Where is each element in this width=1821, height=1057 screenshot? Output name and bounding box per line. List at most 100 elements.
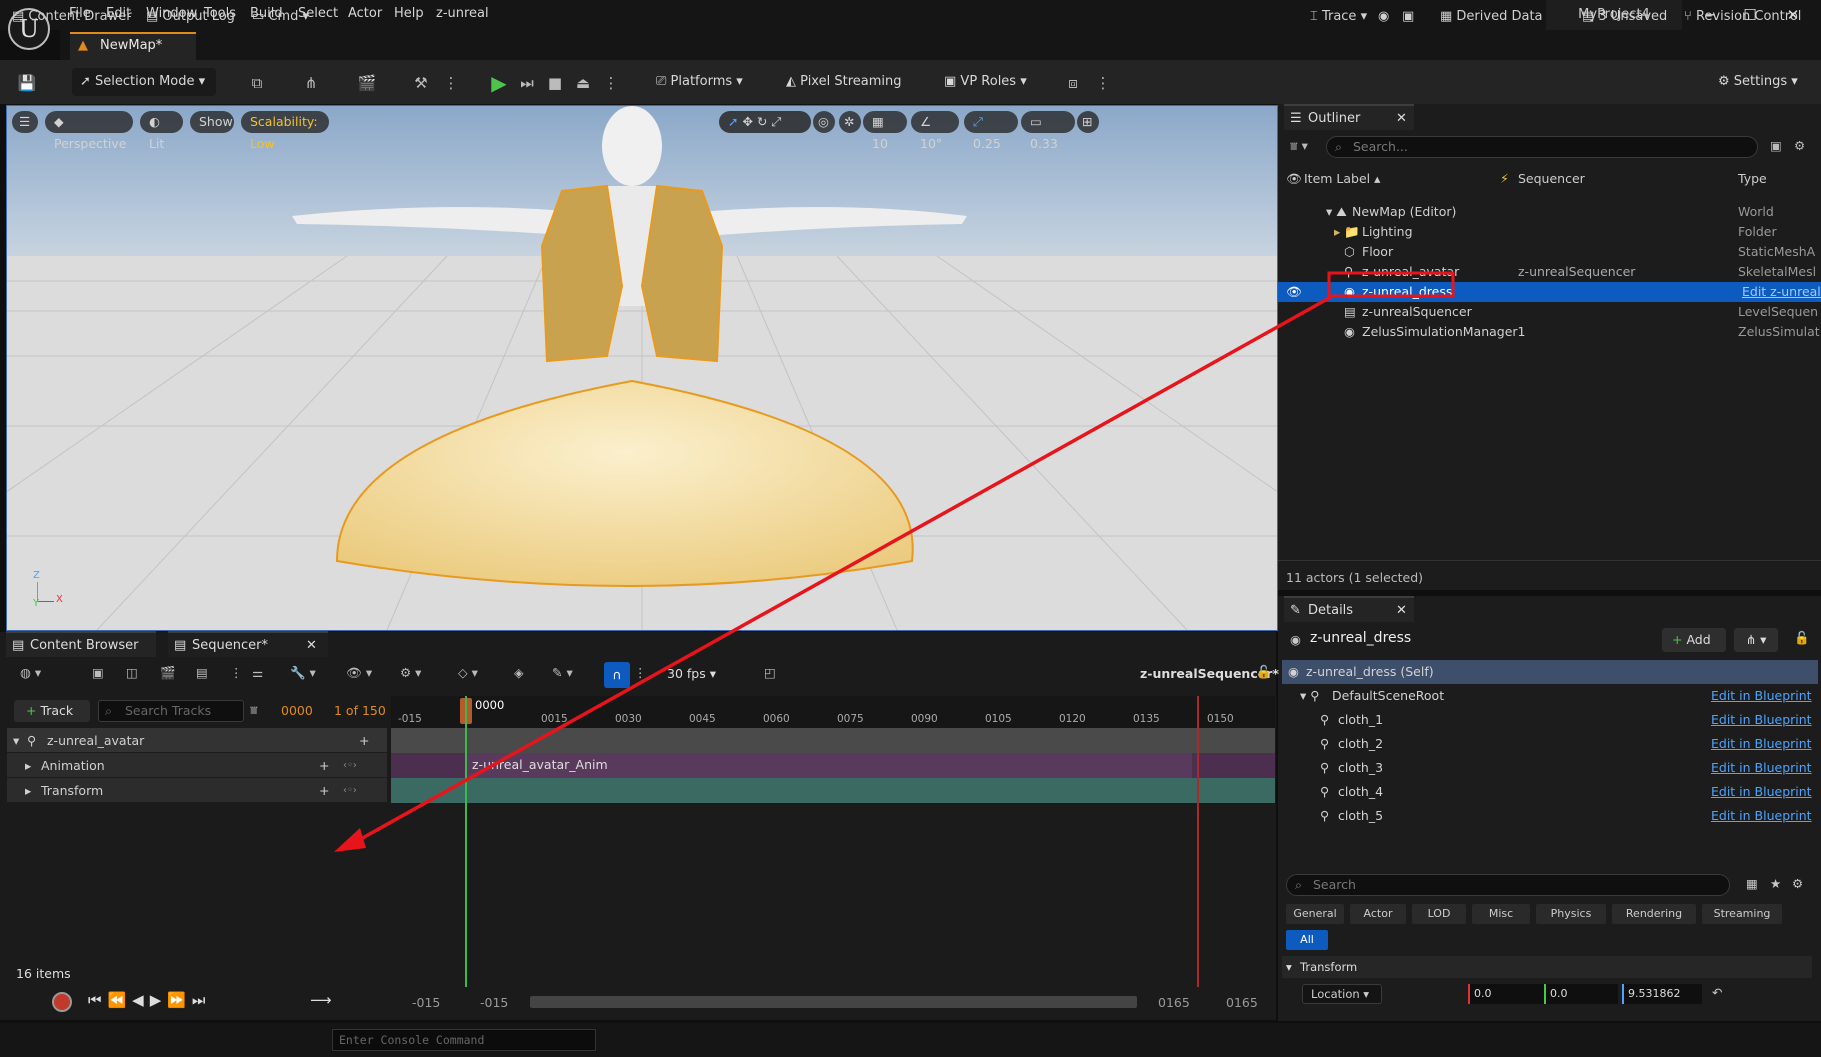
lock-icon[interactable]: 🔓 [1794,630,1810,646]
output-log-button[interactable]: ▤ Output Log [146,7,235,27]
tab-outliner[interactable]: ☰ Outliner ✕ [1284,104,1414,130]
visibility-eye-icon[interactable]: 👁 [1286,282,1302,302]
record-trace-icon[interactable]: ◉ [1378,7,1389,27]
filter-icon[interactable]: ⩸ ▾ [1290,138,1308,154]
level-viewport[interactable]: ☰ ◆ Perspective ◐ Lit Show Scalability: … [6,105,1278,631]
edit-in-blueprint-link[interactable]: Edit in Blueprint [1711,684,1812,708]
platforms-button[interactable]: ⎚ Platforms ▾ [648,68,754,96]
category-rendering[interactable]: Rendering [1612,904,1696,924]
record-button[interactable] [52,992,72,1012]
perspective-button[interactable]: ◆ Perspective [45,111,133,151]
move-tool-icon[interactable]: ✥ [742,114,752,129]
actions-icon[interactable]: ⚌ [252,665,263,680]
tab-sequencer[interactable]: ▤ Sequencer* ✕ [168,631,328,657]
category-general[interactable]: General [1286,904,1344,924]
show-button[interactable]: Show [190,111,234,133]
fps-dropdown[interactable]: 30 fps ▾ [667,666,716,681]
location-z-field[interactable]: 9.531862 [1622,984,1702,1004]
outliner-row-avatar[interactable]: ⚲ z-unreal_avatar z-unrealSequencer Skeleta… [1278,262,1821,282]
save-icon[interactable]: 💾 [16,72,38,94]
add-track-button[interactable]: + Track [14,700,90,722]
advance-frame-icon[interactable]: ⏭ [516,72,538,94]
outliner-row-sequencer[interactable]: ▤ z-unrealSquencer LevelSequen [1278,302,1821,322]
category-misc[interactable]: Misc [1472,904,1530,924]
play-options-icon[interactable]: ⋮ [600,72,622,94]
key-icon[interactable]: ◇ ▾ [458,665,478,680]
world-space-icon[interactable]: ◎ [813,111,835,133]
scale-tool-icon[interactable]: ⤢ [771,114,781,129]
search-tracks-input[interactable]: ⌕ Search Tracks [98,700,244,722]
outliner-settings-icon[interactable]: ⚙ [1794,138,1805,153]
outliner-row-zelus[interactable]: ◉ ZelusSimulationManager1 ZelusSimulat [1278,322,1821,342]
camera-speed-button[interactable]: ▭ 0.33 [1021,111,1075,151]
world-icon[interactable]: ◍ ▾ [20,665,41,680]
working-range-end[interactable]: 0165 [1158,995,1190,1010]
current-frame[interactable]: 0000 [281,703,313,718]
key-nav-icon[interactable]: ‹◦› [343,753,357,778]
find-in-browser-icon[interactable]: ◫ [126,665,138,680]
category-actor[interactable]: Actor [1350,904,1406,924]
selection-mode-button[interactable]: ➚ Selection Mode ▾ [72,68,216,96]
outliner-close-icon[interactable]: ✕ [1396,106,1407,132]
transform-section-header[interactable]: ▾ Transform [1282,956,1812,978]
component-self[interactable]: ◉ z-unreal_dress (Self) [1282,660,1818,684]
add-actor-icon[interactable]: ⧉ [246,72,268,94]
blueprint-icon[interactable]: ⋔ [300,72,322,94]
component-root[interactable]: ▾ ⚲ DefaultSceneRoot Edit in Blueprint [1278,684,1821,708]
tab-content-browser[interactable]: ▤ Content Browser [6,631,156,657]
menu-z-unreal[interactable]: z-unreal [436,6,489,21]
timeline-scrollbar[interactable] [530,996,1137,1008]
seq-more-icon[interactable]: ⋮ [230,665,243,680]
details-close-icon[interactable]: ✕ [1396,598,1407,624]
view-range-start[interactable]: -015 [412,995,440,1010]
outliner-row-lighting[interactable]: ▸ 📁 Lighting Folder [1278,222,1821,242]
track-animation[interactable]: ▸ Animation + ‹◦› [7,753,387,778]
outliner-row-dress[interactable]: 👁 ◉ z-unreal_dress Edit z-unreal [1278,282,1821,302]
favorite-star-icon[interactable]: ★ [1770,876,1781,891]
toolbar-more-icon[interactable]: ⋮ [1092,72,1114,94]
revision-control-button[interactable]: ⑂ Revision Control [1684,7,1801,27]
trace-button[interactable]: ⌶ Trace ▾ [1310,7,1367,27]
category-streaming[interactable]: Streaming [1702,904,1782,924]
edit-in-blueprint-link[interactable]: Edit in Blueprint [1711,804,1812,828]
location-y-field[interactable]: 0.0 [1544,984,1618,1004]
scalability-badge[interactable]: Scalability: Low [241,111,329,151]
device-icon[interactable]: ⧈ [1062,72,1084,94]
component-cloth-2[interactable]: ⚲ cloth_2 Edit in Blueprint [1278,732,1821,756]
render-movie-icon[interactable]: 🎬 [160,665,176,681]
seq-lock-icon[interactable]: 🔓 [1256,664,1272,680]
component-cloth-5[interactable]: ⚲ cloth_5 Edit in Blueprint [1278,804,1821,828]
edit-in-blueprint-link[interactable]: Edit in Blueprint [1711,780,1812,804]
settings-button[interactable]: ⚙ Settings ▾ [1710,68,1816,96]
angle-snap-button[interactable]: ∠ 10° [911,111,959,151]
outliner-row-world[interactable]: ▾ ⛰ NewMap (Editor) World [1278,202,1821,222]
wrench-icon[interactable]: 🔧 ▾ [290,665,316,681]
category-all[interactable]: All [1286,930,1328,950]
derived-data-button[interactable]: ▦ Derived Data [1440,7,1543,27]
tab-details[interactable]: ✎ Details ✕ [1284,596,1414,622]
vp-roles-button[interactable]: ▣ VP Roles ▾ [936,68,1036,96]
row-type-link[interactable]: Edit z-unreal [1742,282,1821,302]
snap-more-icon[interactable]: ⋮ [634,665,647,680]
col-type[interactable]: Type [1738,166,1767,192]
stop-icon[interactable]: ■ [544,72,566,94]
add-key-icon[interactable]: + [319,753,329,778]
eject-icon[interactable]: ⏏ [572,72,594,94]
more-options-icon[interactable]: ⋮ [440,72,462,94]
playback-options-icon[interactable]: ⚙ ▾ [400,665,421,680]
track-avatar[interactable]: ▾ ⚲ z-unreal_avatar + [7,728,387,753]
outliner-row-floor[interactable]: ⬡ Floor StaticMeshA [1278,242,1821,262]
camera-cut-icon[interactable]: ▤ [196,665,208,680]
view-options-icon[interactable]: 👁 ▾ [346,665,372,681]
blueprint-options-button[interactable]: ⋔ ▾ [1734,628,1778,652]
edit-in-blueprint-link[interactable]: Edit in Blueprint [1711,756,1812,780]
cinematics-icon[interactable]: 🎬 [356,72,378,94]
edit-in-blueprint-link[interactable]: Edit in Blueprint [1711,708,1812,732]
scale-snap-button[interactable]: ⤢ 0.25 [964,111,1018,151]
track-transform[interactable]: ▸ Transform + ‹◦› [7,778,387,803]
col-sequencer[interactable]: Sequencer [1518,166,1585,192]
screenshot-icon[interactable]: ▣ [1402,7,1414,27]
save-sequence-icon[interactable]: ▣ [92,665,104,680]
transport-controls[interactable]: ⏮⏪◀▶⏩⏭ [88,991,211,1009]
pixel-streaming-button[interactable]: ◭ Pixel Streaming ▾ [778,68,918,117]
